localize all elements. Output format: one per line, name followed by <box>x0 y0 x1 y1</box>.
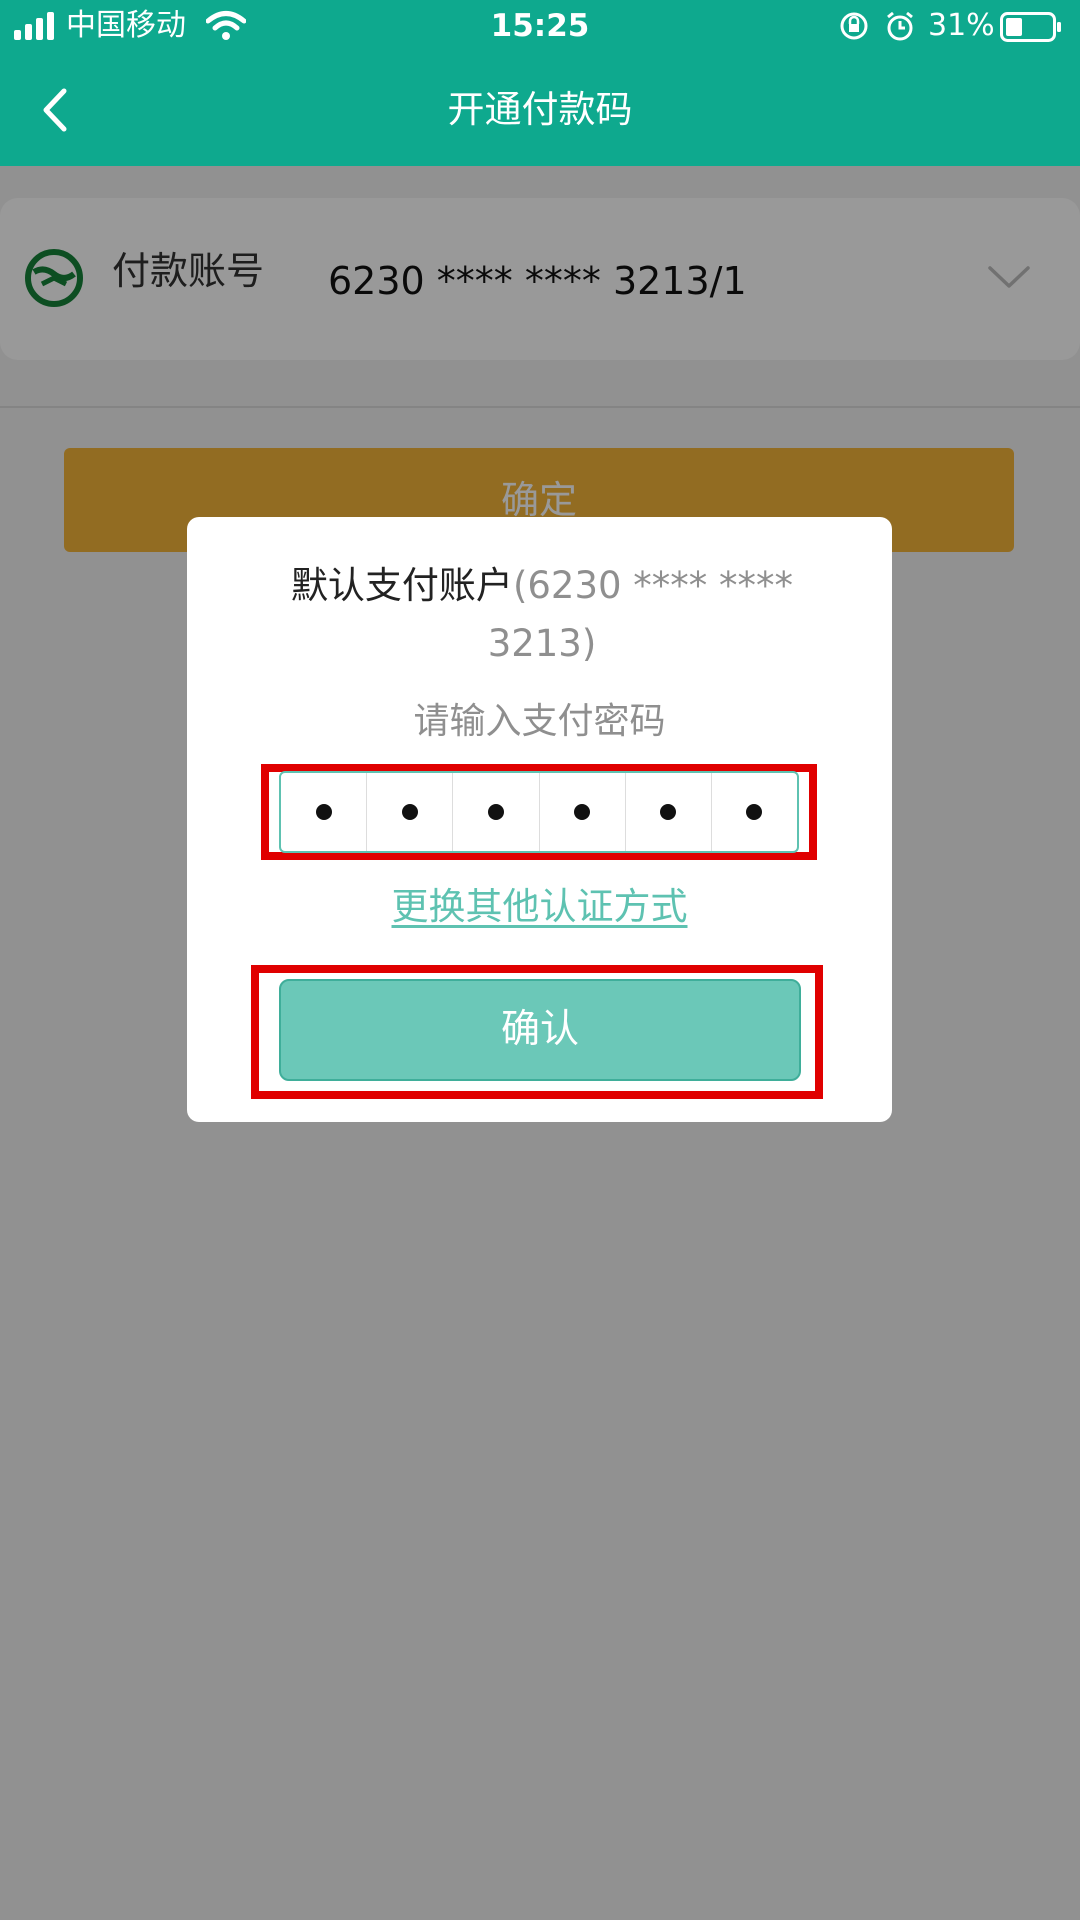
password-prompt: 请输入支付密码 <box>413 701 666 742</box>
password-dot <box>660 804 677 820</box>
battery-icon <box>1000 12 1061 42</box>
password-digit-cell <box>626 773 712 851</box>
password-dot <box>315 804 332 820</box>
password-dialog: 默认支付账户(6230 **** **** 3213) 请输入支付密码 更换其他… <box>187 517 892 1122</box>
password-dot <box>487 804 504 820</box>
status-bar: 中国移动 15:25 31% <box>0 0 1080 55</box>
password-digit-cell <box>453 773 540 851</box>
password-dot <box>401 804 418 820</box>
switch-auth-method-link[interactable]: 更换其他认证方式 <box>187 882 892 932</box>
nav-bar: 开通付款码 <box>0 55 1080 166</box>
password-input[interactable] <box>279 771 799 853</box>
password-digit-cell <box>367 773 454 851</box>
password-dot <box>574 804 591 820</box>
rotation-lock-icon <box>840 12 868 40</box>
default-account-number: (6230 **** **** 3213) <box>487 564 794 665</box>
page-title: 开通付款码 <box>447 88 633 131</box>
battery-percent: 31% <box>928 8 995 43</box>
dialog-confirm-button[interactable]: 确认 <box>279 979 801 1081</box>
password-dot <box>746 804 763 820</box>
password-digit-cell <box>540 773 626 851</box>
alarm-icon <box>887 11 913 41</box>
default-account-label: 默认支付账户 <box>290 564 513 607</box>
clock-time: 15:25 <box>490 8 590 44</box>
password-digit-cell <box>281 773 368 851</box>
password-digit-cell <box>712 773 797 851</box>
dialog-title: 默认支付账户(6230 **** **** 3213) <box>247 557 837 673</box>
